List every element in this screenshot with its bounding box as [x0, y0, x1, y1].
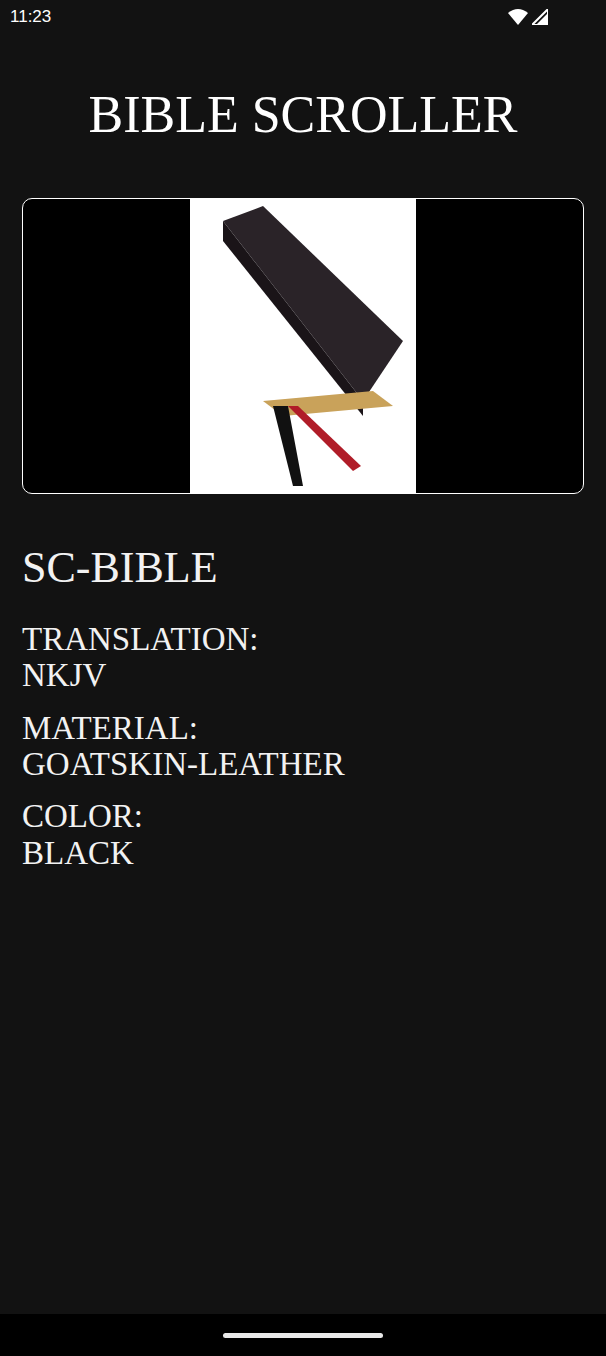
attribute-value: GOATSKIN-LEATHER	[22, 746, 584, 782]
attribute-item: MATERIAL:GOATSKIN-LEATHER	[22, 710, 584, 783]
attribute-value: NKJV	[22, 657, 584, 693]
attribute-label: COLOR:	[22, 798, 584, 834]
status-icons	[508, 9, 548, 25]
attribute-list: TRANSLATION:NKJV MATERIAL:GOATSKIN-LEATHE…	[22, 621, 584, 871]
navigation-bar	[0, 1314, 606, 1356]
status-bar: 11:23	[0, 0, 606, 34]
attribute-value: BLACK	[22, 835, 584, 871]
attribute-item: TRANSLATION:NKJV	[22, 621, 584, 694]
attribute-item: COLOR:BLACK	[22, 798, 584, 871]
app-screen: 11:23 BIBLE SCROLLER SC-BIBLE TRANSLATION:N…	[0, 0, 606, 1356]
home-handle[interactable]	[223, 1333, 383, 1338]
status-time: 11:23	[10, 7, 51, 27]
attribute-label: TRANSLATION:	[22, 621, 584, 657]
product-name: SC-BIBLE	[22, 542, 584, 595]
signal-icon	[532, 9, 548, 25]
attribute-label: MATERIAL:	[22, 710, 584, 746]
bible-icon	[203, 201, 403, 491]
product-photo	[190, 199, 416, 493]
wifi-icon	[508, 9, 528, 25]
product-image-card	[22, 198, 584, 494]
app-title: BIBLE SCROLLER	[22, 84, 584, 146]
content: BIBLE SCROLLER SC-BIBLE TRANSLATION:NKJV MA…	[0, 34, 606, 1314]
